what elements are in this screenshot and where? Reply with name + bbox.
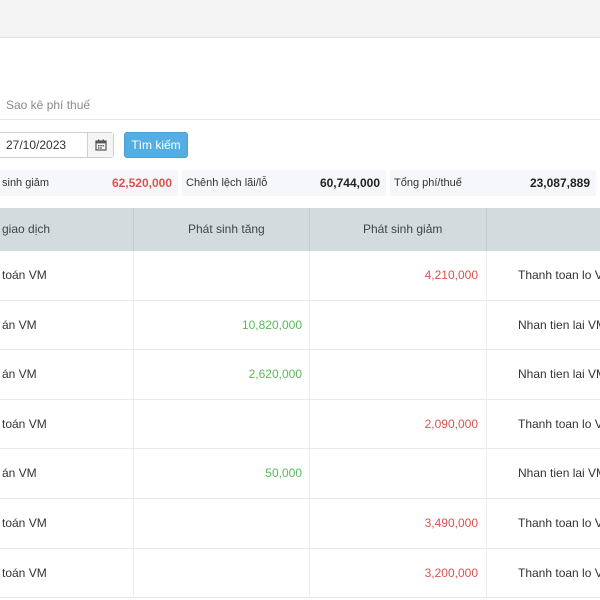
cell-decrease: 4,210,000 <box>424 268 478 282</box>
column-divider <box>309 350 310 399</box>
date-field[interactable]: 27/10/2023 <box>0 132 114 158</box>
column-divider <box>133 399 134 449</box>
summary-profit-value: 60,744,000 <box>319 176 380 190</box>
summary-fee: Tổng phí/thuế 23,087,889 <box>390 170 596 196</box>
column-divider <box>133 350 134 399</box>
summary-fee-value: 23,087,889 <box>529 176 590 190</box>
table-body: toán VM 4,210,000 Thanh toan lo VM án VM 10,… <box>0 251 600 599</box>
column-divider <box>486 300 487 350</box>
summary-decrease-label: sinh giảm <box>2 177 50 189</box>
tab-tax-statement[interactable]: Sao kê phí thuế <box>6 98 90 112</box>
summary-profit: Chênh lệch lãi/lỗ 60,744,000 <box>182 170 386 196</box>
column-divider <box>309 498 310 548</box>
table-row[interactable]: án VM 2,620,000 Nhan tien lai VM, <box>0 350 600 400</box>
cell-type: toán VM <box>2 268 47 282</box>
table-row[interactable]: toán VM 3,200,000 Thanh toan lo VM <box>0 548 600 599</box>
header-decrease: Phát sinh giảm <box>363 222 443 236</box>
cell-note: Thanh toan lo VM <box>518 565 600 580</box>
top-bar <box>0 0 600 38</box>
cell-note: Nhan tien lai VM, <box>518 466 600 481</box>
cell-increase: 10,820,000 <box>241 317 302 332</box>
column-divider <box>486 350 487 399</box>
cell-increase: 2,620,000 <box>248 367 302 382</box>
column-divider <box>133 548 134 598</box>
cell-type: án VM <box>2 317 37 332</box>
column-divider <box>486 498 487 548</box>
cell-note: Nhan tien lai VM, <box>518 317 600 332</box>
cell-type: án VM <box>2 466 37 481</box>
calendar-icon[interactable] <box>87 133 113 157</box>
column-divider <box>309 449 310 498</box>
column-divider <box>133 300 134 350</box>
cell-note: Thanh toan lo VM <box>518 268 600 282</box>
summary-decrease: sinh giảm 62,520,000 <box>0 170 178 196</box>
cell-type: án VM <box>2 367 37 382</box>
header-divider <box>486 208 487 251</box>
summary-fee-label: Tổng phí/thuế <box>394 177 462 189</box>
table-header: giao dịch Phát sinh tăng Phát sinh giảm <box>0 208 600 251</box>
summary-decrease-value: 62,520,000 <box>111 176 172 190</box>
cell-type: toán VM <box>2 416 47 431</box>
tab-divider <box>0 119 600 120</box>
table-row[interactable]: toán VM 3,490,000 Thanh toan lo VM <box>0 498 600 549</box>
transactions-table: giao dịch Phát sinh tăng Phát sinh giảm … <box>0 208 600 599</box>
cell-decrease: 2,090,000 <box>424 416 478 431</box>
column-divider <box>309 251 310 300</box>
cell-decrease: 3,490,000 <box>424 515 478 530</box>
column-divider <box>133 251 134 300</box>
column-divider <box>486 548 487 598</box>
table-row[interactable]: án VM 50,000 Nhan tien lai VM, <box>0 449 600 499</box>
cell-note: Thanh toan lo VM <box>518 515 600 530</box>
column-divider <box>486 449 487 498</box>
cell-type: toán VM <box>2 565 47 580</box>
cell-note: Nhan tien lai VM, <box>518 367 600 382</box>
column-divider <box>309 399 310 449</box>
column-divider <box>309 300 310 350</box>
table-row[interactable]: toán VM 2,090,000 Thanh toan lo VM <box>0 399 600 450</box>
date-value[interactable]: 27/10/2023 <box>0 138 87 152</box>
column-divider <box>133 498 134 548</box>
summary-profit-label: Chênh lệch lãi/lỗ <box>186 177 268 189</box>
table-row[interactable]: án VM 10,820,000 Nhan tien lai VM, <box>0 300 600 351</box>
cell-note: Thanh toan lo VM <box>518 416 600 431</box>
cell-increase: 50,000 <box>265 466 302 481</box>
header-transaction: giao dịch <box>2 222 51 236</box>
column-divider <box>309 548 310 598</box>
cell-type: toán VM <box>2 515 47 530</box>
table-row[interactable]: toán VM 4,210,000 Thanh toan lo VM <box>0 251 600 301</box>
search-button[interactable]: Tìm kiếm <box>124 132 188 158</box>
column-divider <box>486 251 487 300</box>
column-divider <box>133 449 134 498</box>
header-divider <box>309 208 310 251</box>
column-divider <box>486 399 487 449</box>
header-increase: Phát sinh tăng <box>188 222 265 236</box>
header-divider <box>133 208 134 251</box>
cell-decrease: 3,200,000 <box>424 565 478 580</box>
